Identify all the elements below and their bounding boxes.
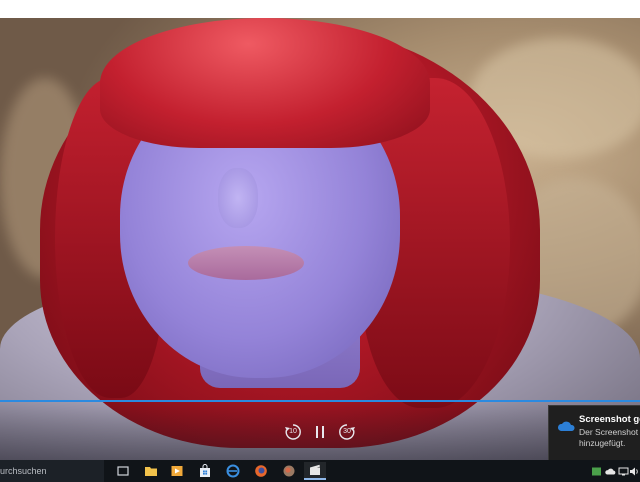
skip-back-button[interactable]: 10 (280, 420, 306, 444)
edge-icon (226, 464, 240, 478)
app-tray-icon (591, 467, 601, 475)
task-view-button[interactable] (112, 462, 134, 480)
edge-button[interactable] (222, 462, 244, 480)
screenshot-notification[interactable]: Screenshot gesp Der Screenshot w hinzuge… (548, 405, 640, 461)
window-top-strip (0, 0, 640, 18)
skip-back-seconds: 10 (289, 428, 297, 435)
cloud-tray-icon (604, 468, 615, 474)
movies-tv-button[interactable] (304, 462, 326, 480)
taskbar: urchsuchen (0, 460, 640, 482)
play-pause-button[interactable] (307, 420, 333, 444)
firefox-icon (255, 465, 267, 477)
firefox-button[interactable] (250, 462, 272, 480)
app-icon (283, 465, 295, 477)
onedrive-cloud-icon (557, 421, 575, 431)
media-app-button[interactable] (166, 462, 188, 480)
notification-body-2: hinzugefügt. (579, 438, 626, 448)
store-icon (200, 464, 210, 477)
network-icon (618, 467, 628, 475)
person-nose (218, 168, 258, 228)
person-mouth (188, 246, 304, 280)
app-button[interactable] (278, 462, 300, 480)
skip-forward-seconds: 30 (343, 428, 351, 435)
volume-icon (629, 467, 638, 475)
file-explorer-button[interactable] (140, 462, 162, 480)
video-viewport[interactable] (0, 18, 640, 460)
person-bangs (100, 18, 430, 148)
taskbar-search-box[interactable]: urchsuchen (0, 460, 104, 482)
pause-icon (316, 426, 324, 438)
cloud-tray-button[interactable] (604, 464, 616, 478)
search-placeholder: urchsuchen (0, 466, 47, 476)
app-tray-button[interactable] (590, 464, 602, 478)
skip-forward-button[interactable]: 30 (334, 420, 360, 444)
volume-button[interactable] (628, 464, 640, 478)
notification-body: Der Screenshot w (579, 427, 640, 437)
notification-title: Screenshot gesp (579, 414, 640, 425)
movies-tv-icon (310, 464, 320, 475)
media-app-icon (171, 466, 183, 476)
task-view-icon (117, 466, 129, 476)
store-button[interactable] (194, 462, 216, 480)
playback-controls: 10 30 (0, 402, 640, 460)
file-explorer-icon (145, 467, 157, 476)
